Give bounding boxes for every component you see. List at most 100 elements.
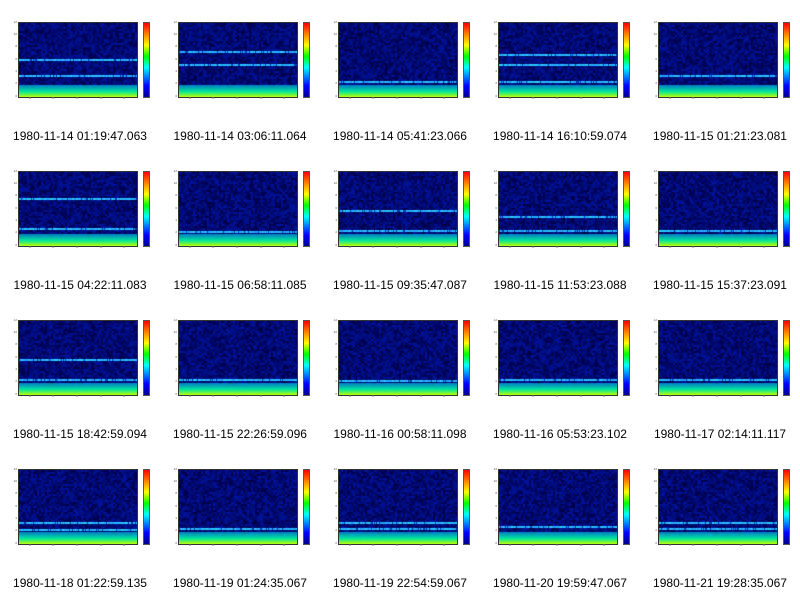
y-tick-label: 2 <box>175 81 177 86</box>
y-tick-label: 0 <box>495 242 497 247</box>
y-tick-label: 4 <box>175 515 177 520</box>
spectrogram-tile[interactable]: 12 10 8 6 4 2 0 1980-11-19 22:54:59.067 <box>320 447 480 596</box>
spectrogram-tile[interactable]: 12 10 8 6 4 2 0 1980-11-21 19:28:35.067 <box>640 447 800 596</box>
timestamp-caption: 1980-11-18 01:22:59.135 <box>13 576 147 590</box>
colorbar <box>463 22 470 98</box>
colorbar <box>143 22 150 98</box>
y-tick-label: 8 <box>15 193 17 198</box>
time-axis-ticks <box>338 97 456 101</box>
spectrogram-tile[interactable]: 12 10 8 6 4 2 0 1980-11-17 02:14:11.117 <box>640 298 800 447</box>
frequency-axis-ticks: 12 10 8 6 4 2 0 <box>491 318 497 395</box>
y-tick-label: 0 <box>655 242 657 247</box>
y-tick-label: 2 <box>335 379 337 384</box>
x-tick-mark <box>716 246 718 248</box>
y-tick-label: 2 <box>15 379 17 384</box>
y-tick-label: 6 <box>655 503 657 508</box>
spectrogram-tile[interactable]: 12 10 8 6 4 2 0 1980-11-15 09:35:47.087 <box>320 149 480 298</box>
y-tick-label: 6 <box>15 56 17 61</box>
y-tick-label: 8 <box>655 342 657 347</box>
y-tick-label: 4 <box>15 515 17 520</box>
spectrogram-tile[interactable]: 12 10 8 6 4 2 0 1980-11-15 04:22:11.083 <box>0 149 160 298</box>
y-tick-label: 10 <box>333 478 337 483</box>
x-tick-mark <box>283 544 285 546</box>
spectrogram-tile[interactable]: 12 10 8 6 4 2 0 1980-11-16 05:53:23.102 <box>480 298 640 447</box>
colorbar <box>783 469 790 545</box>
spectrogram-plot <box>18 469 138 545</box>
x-tick-mark <box>740 97 742 99</box>
spectrogram-plot <box>498 320 618 396</box>
spectrogram-image <box>659 321 777 395</box>
frequency-axis-ticks: 12 10 8 6 4 2 0 <box>491 466 497 544</box>
y-tick-label: 10 <box>173 329 177 334</box>
spectrogram-tile[interactable]: 12 10 8 6 4 2 0 1980-11-14 03:06:11.064 <box>160 0 320 149</box>
x-tick-mark <box>396 97 398 99</box>
y-tick-label: 6 <box>175 354 177 359</box>
y-tick-label: 12 <box>13 168 17 173</box>
spectrogram-tile[interactable]: 12 10 8 6 4 2 0 1980-11-15 11:53:23.088 <box>480 149 640 298</box>
spectrogram-image <box>499 172 617 246</box>
x-tick-mark <box>283 246 285 248</box>
spectrogram-plot <box>658 171 778 247</box>
spectrogram-tile[interactable]: 12 10 8 6 4 2 0 1980-11-16 00:58:11.098 <box>320 298 480 447</box>
y-tick-label: 2 <box>335 230 337 235</box>
y-tick-label: 12 <box>653 19 657 24</box>
frequency-axis-ticks: 12 10 8 6 4 2 0 <box>651 19 657 97</box>
y-tick-label: 2 <box>175 379 177 384</box>
y-tick-label: 12 <box>653 466 657 471</box>
frequency-axis-ticks: 12 10 8 6 4 2 0 <box>331 318 337 395</box>
spectrogram-plot <box>178 171 298 247</box>
y-tick-label: 4 <box>655 217 657 222</box>
spectrogram-image <box>499 470 617 544</box>
time-axis-ticks <box>178 246 296 250</box>
y-tick-label: 12 <box>13 19 17 24</box>
x-tick-mark <box>283 97 285 99</box>
timestamp-caption: 1980-11-16 05:53:23.102 <box>493 427 627 441</box>
x-tick-mark <box>580 544 582 546</box>
y-tick-label: 6 <box>335 205 337 210</box>
spectrogram-tile[interactable]: 12 10 8 6 4 2 0 1980-11-18 01:22:59.135 <box>0 447 160 596</box>
spectrogram-plot <box>498 469 618 545</box>
x-tick-mark <box>532 97 534 99</box>
y-tick-label: 12 <box>173 466 177 471</box>
spectrogram-tile[interactable]: 12 10 8 6 4 2 0 1980-11-14 05:41:23.066 <box>320 0 480 149</box>
y-tick-label: 2 <box>335 81 337 86</box>
y-tick-label: 8 <box>15 491 17 496</box>
y-tick-label: 10 <box>653 329 657 334</box>
x-tick-mark <box>123 395 125 397</box>
spectrogram-tile[interactable]: 12 10 8 6 4 2 0 1980-11-14 16:10:59.074 <box>480 0 640 149</box>
y-tick-label: 6 <box>175 205 177 210</box>
y-tick-label: 10 <box>173 478 177 483</box>
y-tick-label: 4 <box>495 515 497 520</box>
spectrogram-tile[interactable]: 12 10 8 6 4 2 0 1980-11-15 06:58:11.085 <box>160 149 320 298</box>
y-tick-label: 8 <box>335 342 337 347</box>
spectrogram-tile[interactable]: 12 10 8 6 4 2 0 1980-11-15 15:37:23.091 <box>640 149 800 298</box>
y-tick-label: 12 <box>493 466 497 471</box>
y-tick-label: 0 <box>335 540 337 545</box>
y-tick-label: 12 <box>333 466 337 471</box>
timestamp-caption: 1980-11-15 22:26:59.096 <box>173 427 307 441</box>
spectrogram-tile[interactable]: 12 10 8 6 4 2 0 1980-11-14 01:19:47.063 <box>0 0 160 149</box>
spectrogram-tile[interactable]: 12 10 8 6 4 2 0 1980-11-15 18:42:59.094 <box>0 298 160 447</box>
x-tick-mark <box>740 395 742 397</box>
y-tick-label: 6 <box>495 56 497 61</box>
y-tick-label: 8 <box>655 193 657 198</box>
time-axis-ticks <box>658 544 776 548</box>
timestamp-caption: 1980-11-14 05:41:23.066 <box>333 129 467 143</box>
x-tick-mark <box>692 97 694 99</box>
x-tick-mark <box>580 97 582 99</box>
spectrogram-image <box>179 23 297 97</box>
y-tick-label: 2 <box>15 528 17 533</box>
x-tick-mark <box>29 246 31 248</box>
spectrogram-plot <box>18 171 138 247</box>
x-tick-mark <box>669 246 671 248</box>
y-tick-label: 2 <box>175 230 177 235</box>
spectrogram-tile[interactable]: 12 10 8 6 4 2 0 1980-11-15 01:21:23.081 <box>640 0 800 149</box>
y-tick-label: 6 <box>15 503 17 508</box>
spectrogram-tile[interactable]: 12 10 8 6 4 2 0 1980-11-19 01:24:35.067 <box>160 447 320 596</box>
y-tick-label: 0 <box>655 391 657 396</box>
spectrogram-tile[interactable]: 12 10 8 6 4 2 0 1980-11-15 22:26:59.096 <box>160 298 320 447</box>
spectrogram-tile[interactable]: 12 10 8 6 4 2 0 1980-11-20 19:59:47.067 <box>480 447 640 596</box>
x-tick-mark <box>76 97 78 99</box>
colorbar <box>303 22 310 98</box>
colorbar <box>303 171 310 247</box>
